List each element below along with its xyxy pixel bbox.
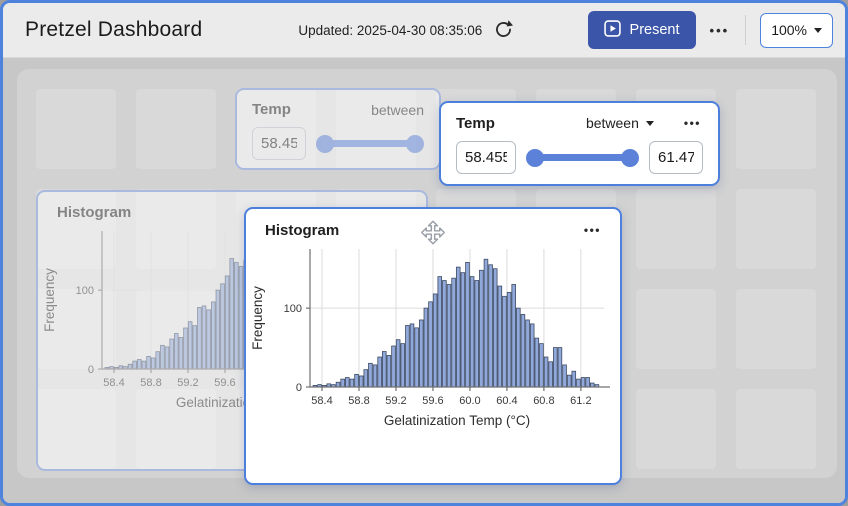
dashboard-canvas: Temp between Histo [3, 58, 845, 503]
zoom-dropdown[interactable]: 100% [760, 13, 833, 48]
svg-text:0: 0 [296, 382, 302, 394]
svg-text:60.0: 60.0 [459, 395, 480, 407]
svg-text:59.2: 59.2 [385, 395, 406, 407]
svg-text:59.6: 59.6 [214, 377, 235, 389]
ghost-histogram-title: Histogram [57, 204, 131, 221]
header-divider [745, 15, 746, 45]
ghost-filter-title: Temp [252, 101, 291, 118]
slider-handle-max[interactable] [621, 149, 639, 167]
grid-cell [736, 89, 816, 169]
app-window: Pretzel Dashboard Updated: 2025-04-30 08… [0, 0, 848, 506]
operator-dropdown[interactable]: between [580, 114, 660, 132]
grid-cell [736, 389, 816, 469]
filter-title: Temp [456, 115, 495, 132]
present-label: Present [630, 22, 680, 38]
svg-text:58.4: 58.4 [103, 377, 124, 389]
histogram-chart: 58.4 58.8 59.2 59.6 60.0 60.4 60.8 61.2 0 100 Gela… [246, 243, 620, 440]
move-icon [420, 234, 447, 249]
zoom-value: 100% [771, 22, 807, 38]
ghost-temp-filter-card: Temp between [235, 88, 441, 170]
histogram-more-button[interactable]: ••• [582, 221, 603, 239]
grid-cell [136, 89, 216, 169]
filter-more-button[interactable]: ••• [682, 114, 703, 132]
svg-text:100: 100 [284, 303, 302, 315]
histogram-card[interactable]: Histogram ••• 58.4 58.8 59.2 59.6 60.0 60.4 60… [244, 207, 622, 485]
range-slider[interactable] [526, 148, 639, 168]
grid-cell [636, 189, 716, 269]
updated-status: Updated: 2025-04-30 08:35:06 [298, 17, 515, 43]
svg-text:58.4: 58.4 [311, 395, 332, 407]
chevron-down-icon [814, 28, 822, 33]
header-bar: Pretzel Dashboard Updated: 2025-04-30 08… [3, 3, 845, 58]
svg-text:100: 100 [76, 285, 94, 297]
min-value-input[interactable] [456, 141, 516, 174]
header-more-button[interactable]: ••• [704, 19, 736, 42]
svg-text:58.8: 58.8 [348, 395, 369, 407]
grid-cell [636, 289, 716, 369]
svg-text:58.8: 58.8 [140, 377, 161, 389]
ghost-range-slider [316, 134, 424, 154]
updated-text: Updated: 2025-04-30 08:35:06 [298, 23, 482, 38]
svg-text:Frequency: Frequency [250, 286, 265, 350]
slider-handle-min[interactable] [526, 149, 544, 167]
more-icon: ••• [710, 23, 730, 38]
svg-text:59.6: 59.6 [422, 395, 443, 407]
slider-track[interactable] [532, 154, 633, 161]
drag-handle[interactable] [418, 217, 449, 251]
svg-text:59.2: 59.2 [177, 377, 198, 389]
present-button[interactable]: Present [588, 11, 696, 49]
more-icon: ••• [584, 223, 601, 237]
operator-value: between [586, 115, 639, 131]
grid-cell [736, 289, 816, 369]
ghost-min-input [252, 127, 306, 160]
svg-text:0: 0 [88, 364, 94, 376]
ghost-operator-label: between [371, 102, 424, 118]
refresh-icon [494, 19, 513, 41]
grid-cell [36, 89, 116, 169]
svg-text:61.2: 61.2 [570, 395, 591, 407]
play-icon [604, 20, 621, 41]
chevron-down-icon [646, 121, 654, 126]
svg-text:Gelatinization Temp (°C): Gelatinization Temp (°C) [384, 413, 530, 428]
svg-text:Frequency: Frequency [42, 268, 57, 332]
grid-cell [736, 189, 816, 269]
page-title: Pretzel Dashboard [25, 18, 202, 42]
svg-text:60.8: 60.8 [533, 395, 554, 407]
svg-text:60.4: 60.4 [496, 395, 517, 407]
max-value-input[interactable] [649, 141, 703, 174]
refresh-button[interactable] [492, 17, 515, 43]
grid-cell [636, 389, 716, 469]
temp-filter-card[interactable]: Temp between ••• [439, 101, 720, 186]
histogram-title: Histogram [265, 222, 339, 239]
more-icon: ••• [684, 116, 701, 130]
